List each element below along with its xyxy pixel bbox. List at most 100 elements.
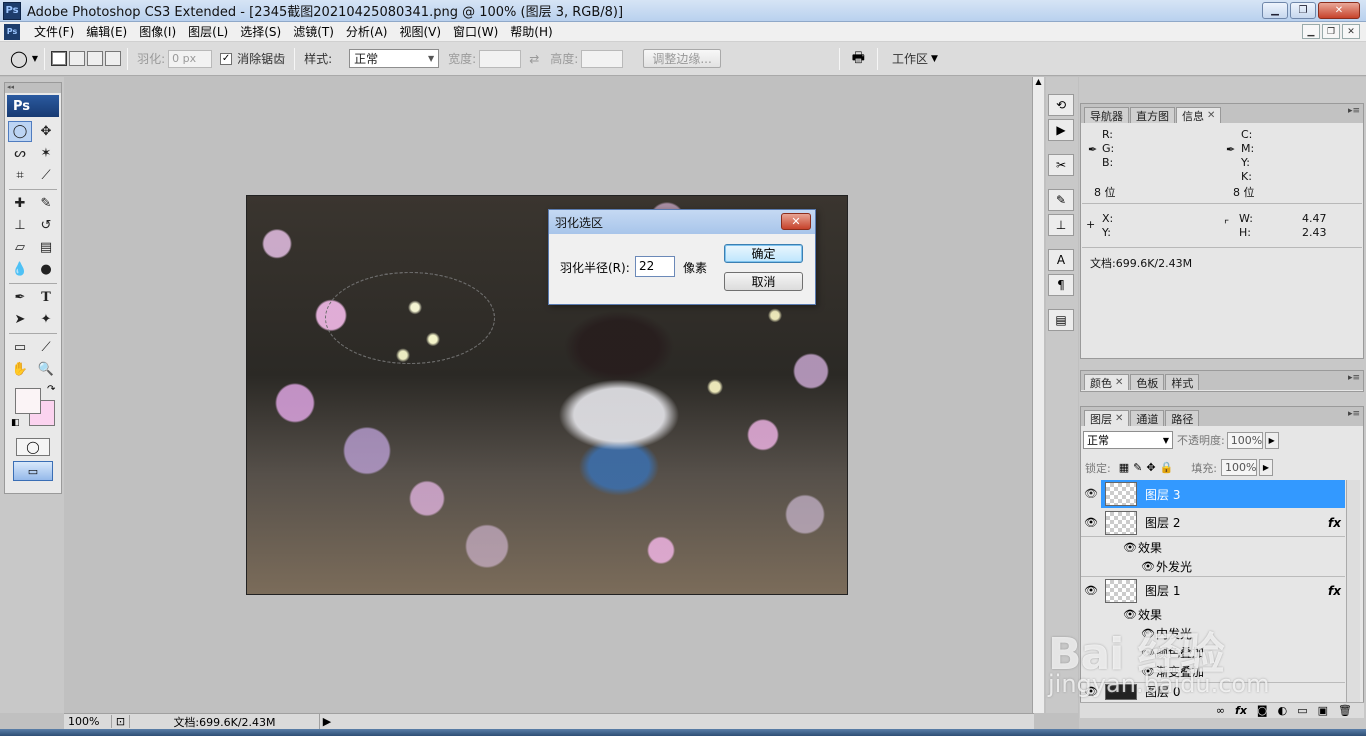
eyedropper-tool-icon[interactable]: ⟋ (34, 337, 58, 358)
tab-histogram[interactable]: 直方图 (1130, 107, 1175, 123)
swap-dimensions-icon[interactable]: ⇄ (529, 52, 539, 66)
slice-tool-icon[interactable]: ⟋ (34, 165, 58, 186)
foreground-color-swatch[interactable] (15, 388, 41, 414)
screen-mode-button[interactable]: ▭ (13, 461, 53, 481)
blur-tool-icon[interactable]: 💧 (8, 259, 32, 280)
feather-radius-input[interactable]: 22 (635, 256, 675, 277)
opacity-slider-button[interactable]: ▶ (1264, 431, 1279, 449)
layer2-effects-row[interactable]: 👁 效果 (1122, 539, 1162, 556)
minimize-button[interactable]: ▁ (1262, 2, 1288, 19)
eraser-tool-icon[interactable]: ▱ (8, 237, 32, 258)
tab-channels[interactable]: 通道 (1130, 410, 1165, 426)
cmyk-eyedropper-icon[interactable]: ✒ (1226, 143, 1235, 156)
lock-pixels-icon[interactable]: ✎ (1133, 461, 1142, 474)
history-panel-icon[interactable]: ⟲ (1048, 94, 1074, 116)
dialog-close-button[interactable]: ✕ (781, 213, 811, 230)
status-menu-arrow-icon[interactable]: ▶ (320, 715, 334, 728)
fill-input[interactable]: 100% (1220, 459, 1257, 476)
vertical-scrollbar[interactable]: ▲ (1032, 77, 1044, 713)
layer-effects-fx-icon[interactable]: fx (1328, 516, 1341, 530)
scroll-up-arrow-icon[interactable]: ▲ (1033, 77, 1044, 86)
tool-presets-panel-icon[interactable]: ✂ (1048, 154, 1074, 176)
intersect-selection-icon[interactable] (105, 51, 122, 66)
visibility-eye-icon[interactable]: 👁 (1081, 584, 1101, 597)
visibility-eye-icon[interactable]: 👁 (1081, 480, 1101, 508)
visibility-eye-icon[interactable]: 👁 (1122, 541, 1138, 554)
close-tab-icon[interactable]: ✕ (1115, 413, 1123, 424)
doc-restore-button[interactable]: ❐ (1322, 24, 1340, 39)
clone-stamp-tool-icon[interactable]: ⊥ (8, 215, 32, 236)
gradient-tool-icon[interactable]: ▤ (34, 237, 58, 258)
elliptical-marquee-tool-icon[interactable]: ◯ (8, 121, 32, 142)
new-selection-icon[interactable] (51, 51, 68, 66)
tab-navigator[interactable]: 导航器 (1084, 107, 1129, 123)
magic-wand-tool-icon[interactable]: ✶ (34, 143, 58, 164)
subtract-from-selection-icon[interactable] (87, 51, 104, 66)
photoshop-menu-icon[interactable]: Ps (4, 23, 20, 40)
menu-window[interactable]: 窗口(W) (447, 23, 504, 40)
shape-tool-icon[interactable]: ✦ (34, 309, 58, 330)
tab-swatches[interactable]: 色板 (1130, 374, 1165, 390)
cancel-button[interactable]: 取消 (724, 272, 803, 291)
blend-mode-select[interactable]: 正常 ▼ (1083, 431, 1173, 449)
preset-dropdown-icon[interactable]: ▼ (32, 54, 38, 63)
status-info-icon[interactable]: ⊡ (112, 715, 130, 728)
brushes-panel-icon[interactable]: ✎ (1048, 189, 1074, 211)
crop-tool-icon[interactable]: ⌗ (8, 165, 32, 186)
quick-mask-button[interactable]: ◯ (16, 438, 50, 456)
visibility-eye-icon[interactable]: 👁 (1081, 516, 1101, 529)
workspace-menu[interactable]: 工作区 (892, 50, 928, 67)
antialias-checkbox[interactable]: ✓ (220, 52, 233, 65)
dodge-tool-icon[interactable]: ● (34, 259, 58, 280)
history-brush-tool-icon[interactable]: ↺ (34, 215, 58, 236)
layer-comps-panel-icon[interactable]: ▤ (1048, 309, 1074, 331)
width-input[interactable] (479, 49, 522, 68)
move-tool-icon[interactable]: ✥ (34, 121, 58, 142)
panel-menu-icon[interactable]: ▸≡ (1348, 409, 1360, 419)
add-mask-icon[interactable]: ◙ (1257, 704, 1268, 717)
menu-help[interactable]: 帮助(H) (504, 23, 558, 40)
elliptical-marquee-preset-icon[interactable]: ◯ (6, 49, 32, 68)
tab-info[interactable]: 信息 ✕ (1176, 107, 1222, 123)
effect-row-outer-glow[interactable]: 👁 外发光 (1140, 558, 1192, 575)
layer-row-3[interactable]: 👁 图层 3 (1081, 480, 1345, 508)
fill-slider-button[interactable]: ▶ (1258, 459, 1273, 476)
toolbox-grip[interactable]: ◂◂ (5, 83, 61, 93)
swap-colors-icon[interactable]: ↷ (47, 384, 55, 395)
visibility-eye-icon[interactable]: 👁 (1140, 560, 1156, 573)
menu-analysis[interactable]: 分析(A) (340, 23, 394, 40)
layer-row-1[interactable]: 👁 图层 1 fx (1081, 576, 1345, 604)
lasso-tool-icon[interactable]: ᔕ (8, 143, 32, 164)
maximize-button[interactable]: ❐ (1290, 2, 1316, 19)
lock-all-icon[interactable]: 🔒 (1160, 461, 1174, 474)
tab-color[interactable]: 颜色 ✕ (1084, 374, 1130, 390)
doc-minimize-button[interactable]: ▁ (1302, 24, 1320, 39)
eyedropper-readout-icon[interactable]: ✒ (1088, 143, 1097, 156)
feather-input[interactable]: 0 px (168, 49, 213, 68)
lock-position-icon[interactable]: ✥ (1146, 461, 1155, 474)
height-input[interactable] (581, 49, 624, 68)
new-layer-icon[interactable]: ▣ (1318, 704, 1328, 717)
panel-menu-icon[interactable]: ▸≡ (1348, 106, 1360, 116)
tab-paths[interactable]: 路径 (1165, 410, 1200, 426)
layer-row-2[interactable]: 👁 图层 2 fx (1081, 509, 1345, 537)
type-tool-icon[interactable]: T (34, 287, 58, 308)
add-to-selection-icon[interactable] (69, 51, 86, 66)
doc-close-button[interactable]: ✕ (1342, 24, 1360, 39)
menu-layer[interactable]: 图层(L) (182, 23, 234, 40)
close-tab-icon[interactable]: ✕ (1207, 110, 1215, 121)
link-layers-icon[interactable]: ∞ (1216, 704, 1225, 717)
delete-layer-icon[interactable]: 🗑 (1338, 704, 1352, 717)
lock-transparency-icon[interactable]: ▦ (1119, 461, 1129, 474)
tab-styles[interactable]: 样式 (1165, 374, 1200, 390)
new-group-icon[interactable]: ▭ (1297, 704, 1307, 717)
character-panel-icon[interactable]: A (1048, 249, 1074, 271)
close-tab-icon[interactable]: ✕ (1115, 377, 1123, 388)
add-layer-style-icon[interactable]: fx (1235, 704, 1247, 717)
panel-menu-icon[interactable]: ▸≡ (1348, 373, 1360, 383)
zoom-tool-icon[interactable]: 🔍 (34, 359, 58, 380)
close-window-button[interactable]: ✕ (1318, 2, 1360, 19)
paragraph-panel-icon[interactable]: ¶ (1048, 274, 1074, 296)
toolbox-logo[interactable]: Ps (7, 95, 59, 117)
path-selection-tool-icon[interactable]: ➤ (8, 309, 32, 330)
